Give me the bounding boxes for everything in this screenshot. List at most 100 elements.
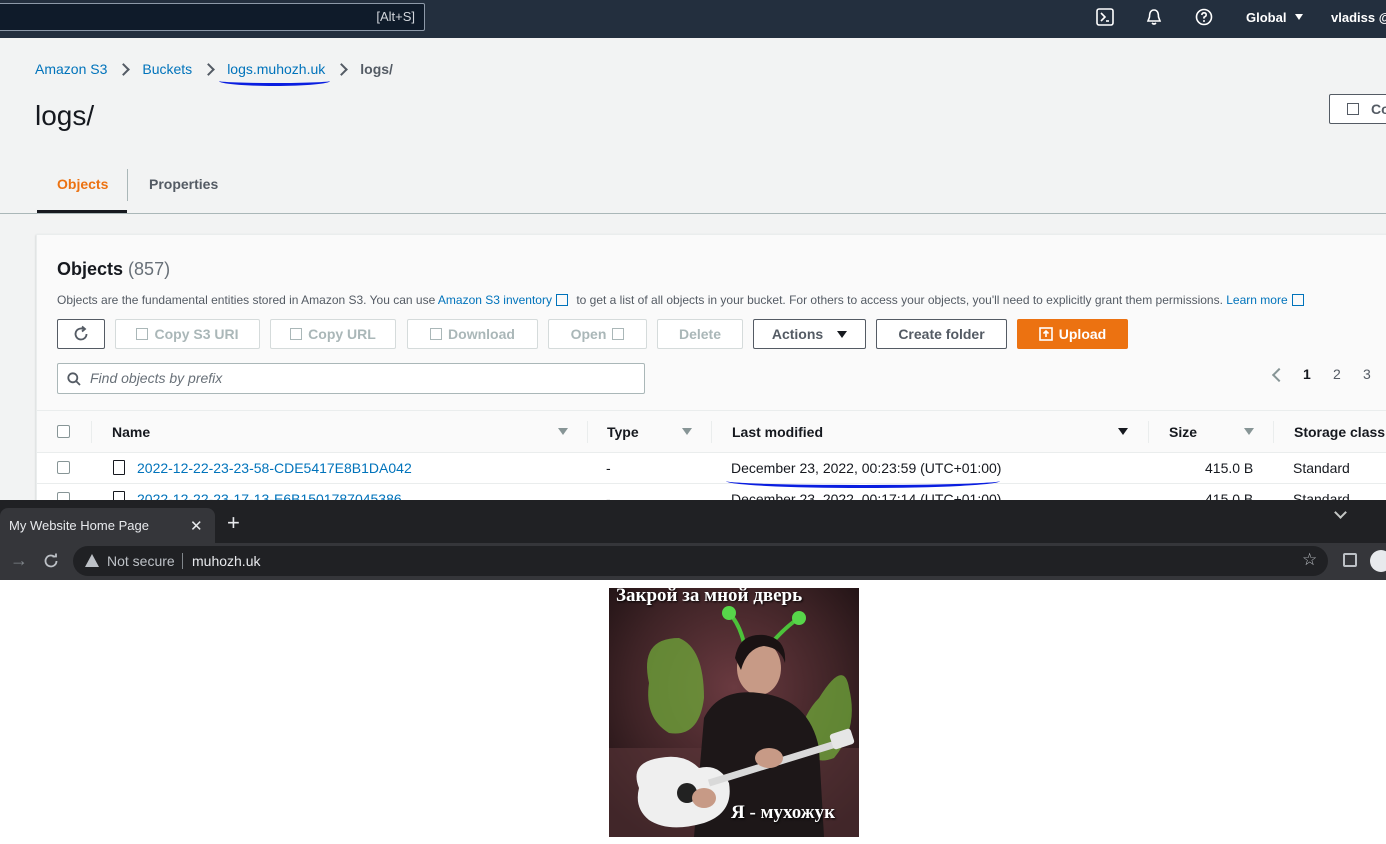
new-tab-plus-icon[interactable]: + (227, 512, 240, 534)
download-button[interactable]: Download (407, 319, 538, 349)
reload-icon[interactable] (43, 553, 59, 569)
not-secure-label[interactable]: Not secure (107, 553, 175, 569)
object-type: - (606, 491, 611, 500)
copy-icon (290, 328, 303, 340)
bookmark-star-icon[interactable]: ☆ (1302, 550, 1317, 570)
table-row[interactable]: 2022-12-22-23-17-13-E6B1501787045386 - D… (37, 484, 1386, 500)
caret-down-icon (837, 330, 848, 338)
object-storage-class: Standard (1293, 491, 1350, 500)
browser-tab-strip: My Website Home Page ✕ + (0, 500, 1386, 543)
search-icon (67, 372, 81, 386)
learn-more-link[interactable]: Learn more (1226, 293, 1287, 307)
warning-icon (85, 554, 99, 567)
upload-icon (1038, 327, 1053, 341)
side-panel-icon[interactable] (1343, 553, 1357, 567)
copy-s3-uri-button[interactable]: Copy S3 URI (115, 319, 260, 349)
chevron-right-icon (335, 62, 349, 76)
create-folder-label: Create folder (898, 326, 985, 342)
tab-properties[interactable]: Properties (149, 176, 218, 192)
tab-objects[interactable]: Objects (57, 176, 108, 192)
sort-active-icon[interactable] (1118, 428, 1128, 435)
url-text[interactable]: muhozh.uk (192, 553, 260, 569)
sort-icon[interactable] (558, 428, 568, 435)
object-size: 415.0 B (1205, 491, 1254, 500)
objects-count: (857) (128, 259, 171, 279)
breadcrumb-bucket[interactable]: logs.muhozh.uk (227, 61, 325, 77)
objects-search-field[interactable] (57, 363, 645, 394)
column-divider (1273, 421, 1274, 443)
download-label: Download (448, 326, 515, 342)
column-size[interactable]: Size (1169, 424, 1197, 440)
actions-dropdown[interactable]: Actions (753, 319, 866, 349)
objects-description: Objects are the fundamental entities sto… (57, 292, 1309, 307)
open-label: Open (570, 326, 607, 342)
object-name-link[interactable]: 2022-12-22-23-23-58-CDE5417E8B1DA042 (137, 460, 412, 476)
column-type[interactable]: Type (607, 424, 639, 440)
browser-tab-title: My Website Home Page (9, 518, 149, 533)
column-divider (711, 421, 712, 443)
pagination-page-2[interactable]: 2 (1333, 366, 1341, 382)
region-selector[interactable]: Global (1246, 10, 1304, 25)
copy-url-button[interactable]: Copy URL (270, 319, 396, 349)
copy-button-label: Co (1371, 101, 1386, 117)
column-last-modified[interactable]: Last modified (732, 424, 823, 440)
column-divider (587, 421, 588, 443)
copy-url-label: Copy URL (308, 326, 376, 342)
download-icon (430, 328, 443, 340)
copy-s3-uri-header-button[interactable]: Co (1329, 94, 1386, 124)
chevron-right-icon (202, 62, 216, 76)
omnibox-divider (182, 553, 183, 569)
pagination-page-3[interactable]: 3 (1363, 366, 1371, 382)
row-checkbox[interactable] (57, 492, 70, 500)
upload-button[interactable]: Upload (1017, 319, 1128, 349)
refresh-button[interactable] (57, 319, 105, 349)
pagination-prev-icon[interactable] (1271, 367, 1287, 383)
cloudshell-icon[interactable] (1096, 8, 1114, 26)
annotation-underline (219, 76, 330, 86)
help-icon[interactable] (1195, 8, 1213, 26)
object-last-modified: December 23, 2022, 00:17:14 (UTC+01:00) (731, 491, 1002, 500)
object-name-link[interactable]: 2022-12-22-23-17-13-E6B1501787045386 (137, 491, 402, 500)
select-all-checkbox[interactable] (57, 425, 70, 438)
objects-panel: Objects (857) Objects are the fundamenta… (36, 234, 1386, 500)
column-storage-class[interactable]: Storage class (1294, 424, 1385, 440)
open-button[interactable]: Open (548, 319, 647, 349)
s3-console: Amazon S3 Buckets logs.muhozh.uk logs/ l… (0, 38, 1386, 500)
copy-icon (1347, 103, 1359, 115)
pagination-page-1[interactable]: 1 (1303, 366, 1311, 382)
column-name[interactable]: Name (112, 424, 150, 440)
table-row[interactable]: 2022-12-22-23-23-58-CDE5417E8B1DA042 - D… (37, 453, 1386, 484)
forward-arrow-icon[interactable]: → (10, 550, 28, 571)
chevron-right-icon (117, 62, 131, 76)
inventory-link[interactable]: Amazon S3 inventory (438, 293, 552, 307)
refresh-icon (74, 325, 88, 341)
website-content: Закрой за мной дверь Я - мухожук (0, 580, 1386, 844)
sort-icon[interactable] (682, 428, 692, 435)
breadcrumb-buckets[interactable]: Buckets (142, 61, 192, 77)
browser-tab[interactable]: My Website Home Page ✕ (0, 508, 215, 543)
tab-active-indicator (37, 210, 127, 213)
breadcrumb: Amazon S3 Buckets logs.muhozh.uk logs/ (35, 61, 393, 77)
close-icon[interactable]: ✕ (190, 517, 203, 535)
delete-label: Delete (678, 326, 722, 342)
file-icon (113, 491, 125, 500)
delete-button[interactable]: Delete (657, 319, 743, 349)
tab-bar: Objects Properties (0, 163, 1386, 214)
meme-image (609, 588, 859, 837)
breadcrumb-amazon-s3[interactable]: Amazon S3 (35, 61, 107, 77)
row-checkbox[interactable] (57, 461, 70, 474)
notifications-bell-icon[interactable] (1145, 8, 1163, 26)
sort-icon[interactable] (1244, 428, 1254, 435)
account-menu[interactable]: vladiss @ (1331, 10, 1386, 25)
create-folder-button[interactable]: Create folder (876, 319, 1007, 349)
description-text-2: to get a list of all objects in your buc… (572, 293, 1227, 307)
aws-search-box[interactable]: [Alt+S] (0, 3, 425, 31)
profile-avatar[interactable] (1370, 550, 1386, 572)
external-link-icon (1291, 294, 1304, 306)
tab-divider (127, 169, 128, 201)
objects-search-input[interactable] (90, 370, 630, 386)
copy-s3-uri-label: Copy S3 URI (154, 326, 239, 342)
address-bar[interactable]: Not secure muhozh.uk ☆ (73, 546, 1328, 576)
object-storage-class: Standard (1293, 460, 1350, 476)
tab-search-chevron-icon[interactable] (1334, 506, 1347, 519)
